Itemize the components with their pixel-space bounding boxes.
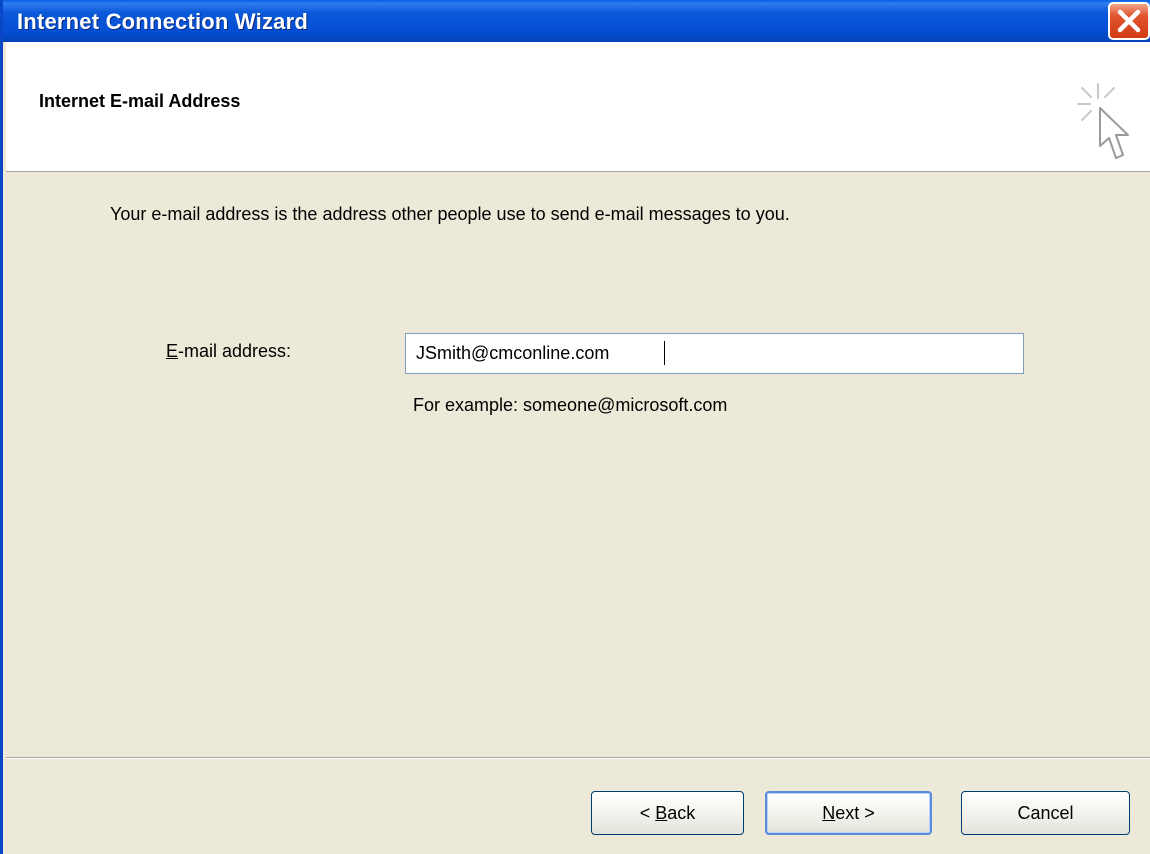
back-prefix: <	[639, 802, 656, 823]
wizard-header: Internet E-mail Address	[6, 42, 1150, 172]
back-mnemonic: B	[655, 802, 668, 823]
back-button[interactable]: < Back	[591, 791, 744, 835]
title-bar[interactable]: Internet Connection Wizard	[3, 0, 1150, 42]
wizard-cursor-icon	[1077, 83, 1129, 159]
next-mnemonic: N	[822, 802, 836, 823]
cancel-button[interactable]: Cancel	[961, 791, 1130, 835]
cancel-label: Cancel	[1017, 802, 1074, 823]
close-icon	[1117, 9, 1141, 33]
window-title: Internet Connection Wizard	[17, 9, 309, 34]
page-title: Internet E-mail Address	[39, 91, 241, 111]
button-separator	[6, 757, 1150, 759]
email-address-label: E-mail address:	[166, 341, 291, 362]
email-address-input[interactable]	[405, 333, 1024, 374]
description-text: Your e-mail address is the address other…	[110, 204, 790, 224]
example-hint: For example: someone@microsoft.com	[413, 395, 728, 415]
next-button[interactable]: Next >	[765, 791, 932, 835]
text-caret	[664, 341, 665, 365]
email-label-mnemonic: E	[166, 341, 179, 361]
back-label: ack	[667, 802, 696, 823]
email-label-text: -mail address:	[178, 341, 292, 361]
next-label: ext >	[835, 802, 875, 823]
wizard-window: Internet Connection Wizard Internet E-ma…	[0, 0, 1150, 854]
close-button[interactable]	[1108, 2, 1150, 40]
